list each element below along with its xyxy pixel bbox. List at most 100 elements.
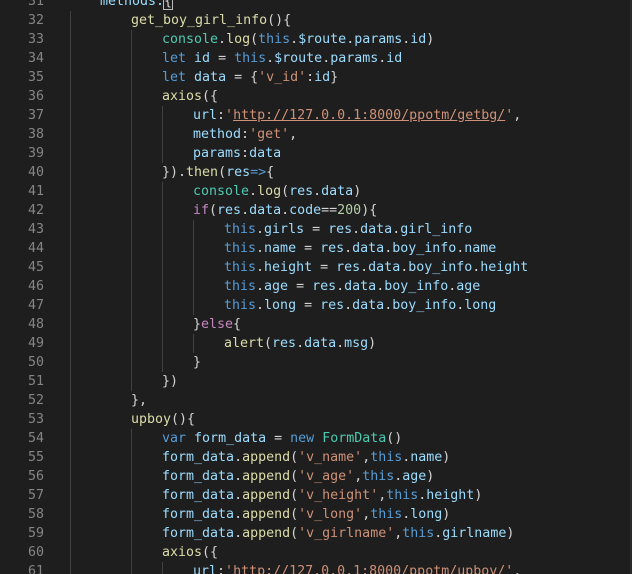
code-line[interactable]: 38 method:'get',	[0, 125, 632, 144]
code-token: append	[242, 488, 291, 503]
code-line[interactable]: 31 methods:{	[0, 0, 632, 11]
code-token: form_data	[162, 507, 235, 522]
code-token: .	[256, 260, 265, 275]
code-token: form_data	[162, 450, 235, 465]
code-token: axios	[162, 545, 203, 560]
line-number: 40	[27, 165, 44, 180]
code-token: this	[370, 450, 403, 465]
code-token: .	[360, 260, 369, 275]
code-token: ({	[202, 545, 219, 560]
line-number: 39	[27, 146, 44, 161]
code-editor[interactable]: 31 methods:{32 get_boy_girl_info(){ 33 conso…	[0, 0, 632, 574]
code-token: =	[296, 241, 321, 256]
code-token: .	[256, 241, 265, 256]
code-text: this.long = res.data.boy_info.long	[224, 296, 496, 315]
code-token: boy_info	[392, 298, 457, 313]
code-line[interactable]: 51})	[0, 372, 632, 391]
code-line[interactable]: 39 params:data	[0, 144, 632, 163]
url-token[interactable]: http://127.0.0.1:8000/ppotm/upboy/	[233, 564, 505, 574]
code-line[interactable]: 36 axios({	[0, 87, 632, 106]
code-token: '	[225, 564, 234, 574]
code-line[interactable]: 50}	[0, 353, 632, 372]
code-token: upboy	[131, 412, 172, 427]
code-token: .	[290, 32, 299, 47]
code-token: this	[224, 241, 257, 256]
code-token: =>	[250, 165, 267, 180]
code-line[interactable]: 55 form_data.append('v_name',this.name)	[0, 448, 632, 467]
code-token: var	[162, 431, 187, 446]
code-line[interactable]: 57 form_data.append('v_height',this.heigh…	[0, 486, 632, 505]
code-line[interactable]: 41 console.log(res.data)	[0, 182, 632, 201]
code-token: this	[370, 507, 403, 522]
line-number: 33	[27, 32, 44, 47]
code-token: name	[464, 241, 497, 256]
code-token: height	[480, 260, 529, 275]
code-line[interactable]: 32 get_boy_girl_info(){	[0, 11, 632, 30]
code-line[interactable]: 37 url:'http://127.0.0.1:8000/ppotm/getbg…	[0, 106, 632, 125]
code-line[interactable]: 44 this.name = res.data.boy_info.name	[0, 239, 632, 258]
code-token: boy_info	[392, 241, 457, 256]
code-line[interactable]: 48}else{	[0, 315, 632, 334]
line-number: 57	[27, 488, 44, 503]
code-token: .	[249, 184, 258, 199]
code-line[interactable]: 58 form_data.append('v_long',this.long)	[0, 505, 632, 524]
code-line[interactable]: 42 if(res.data.code==200){	[0, 201, 632, 220]
code-token: id	[410, 32, 427, 47]
code-token: msg	[344, 336, 369, 351]
code-line[interactable]: 46 this.age = res.data.boy_info.age	[0, 277, 632, 296]
code-token: this	[234, 51, 267, 66]
code-token: 'v_height'	[298, 488, 379, 503]
code-token: name	[264, 241, 297, 256]
code-token: res	[272, 336, 297, 351]
code-line[interactable]: 52},	[0, 391, 632, 410]
line-number: 61	[27, 564, 44, 574]
code-token: .	[281, 203, 290, 218]
line-number: 54	[27, 431, 44, 446]
code-token: .	[234, 488, 243, 503]
code-text: upboy(){	[131, 410, 195, 429]
code-token: data	[368, 260, 401, 275]
code-token: append	[242, 469, 291, 484]
code-token: (	[290, 507, 299, 522]
code-text: console.log(res.data)	[193, 182, 361, 201]
code-token: }	[330, 70, 339, 85]
code-token: 'v_girlname'	[298, 526, 395, 541]
code-token: =	[312, 260, 337, 275]
code-token: (){	[171, 412, 196, 427]
code-text: form_data.append('v_long',this.long)	[162, 505, 450, 524]
code-line[interactable]: 35 let data = {'v_id':id}	[0, 68, 632, 87]
code-token: 'v_id'	[258, 70, 307, 85]
code-token: (	[209, 203, 218, 218]
code-token: =	[296, 298, 321, 313]
code-token: res	[312, 279, 337, 294]
code-line[interactable]: 45 this.height = res.data.boy_info.height	[0, 258, 632, 277]
url-token[interactable]: http://127.0.0.1:8000/ppotm/getbg/	[233, 108, 505, 123]
code-token: .	[234, 507, 243, 522]
code-line[interactable]: 49 alert(res.data.msg)	[0, 334, 632, 353]
line-number: 37	[27, 108, 44, 123]
code-line[interactable]: 47 this.long = res.data.boy_info.long	[0, 296, 632, 315]
code-line[interactable]: 53 upboy(){	[0, 410, 632, 429]
code-token: res	[328, 222, 353, 237]
code-token: res	[226, 165, 251, 180]
code-token: url	[193, 108, 218, 123]
code-token: then	[186, 165, 219, 180]
code-text: if(res.data.code==200){	[193, 201, 377, 220]
line-number: 36	[27, 89, 44, 104]
code-line[interactable]: 60 axios({	[0, 543, 632, 562]
code-line[interactable]: 43 this.girls = res.data.girl_info	[0, 220, 632, 239]
code-line[interactable]: 54 var form_data = new FormData()	[0, 429, 632, 448]
code-line[interactable]: 34 let id = this.$route.params.id	[0, 49, 632, 68]
code-text: this.name = res.data.boy_info.name	[224, 239, 496, 258]
code-line[interactable]: 40}).then(res=>{	[0, 163, 632, 182]
code-token: ){	[361, 203, 378, 218]
code-text: }else{	[193, 315, 241, 334]
code-token: append	[242, 450, 291, 465]
code-token: .	[234, 450, 243, 465]
code-line[interactable]: 59 form_data.append('v_girlname',this.gir…	[0, 524, 632, 543]
code-token: boy_info	[384, 279, 449, 294]
code-line[interactable]: 33 console.log(this.$route.params.id)	[0, 30, 632, 49]
code-text: form_data.append('v_height',this.height)	[162, 486, 482, 505]
code-line[interactable]: 61 url:'http://127.0.0.1:8000/ppotm/upboy…	[0, 562, 632, 574]
code-line[interactable]: 56 form_data.append('v_age',this.age)	[0, 467, 632, 486]
